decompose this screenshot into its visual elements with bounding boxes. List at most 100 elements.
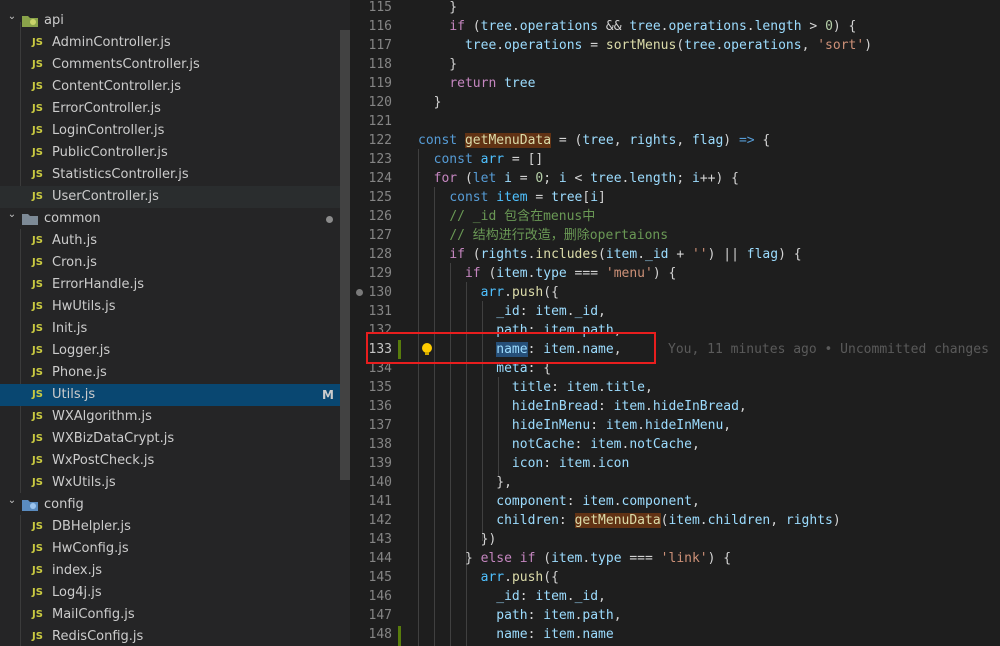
code-line[interactable]: 120 } — [350, 93, 1000, 112]
line-number: 118 — [368, 57, 392, 72]
file-row[interactable]: JS DBHelpler.js — [0, 516, 340, 538]
javascript-file-icon: JS — [32, 521, 43, 532]
file-row[interactable]: JS AdminController.js — [0, 32, 340, 54]
code-line[interactable]: 147 path: item.path, — [350, 606, 1000, 625]
code-text: children: getMenuData(item.children, rig… — [496, 513, 841, 528]
code-line[interactable]: 143 }) — [350, 530, 1000, 549]
file-row[interactable]: JS Auth.js — [0, 230, 340, 252]
file-label: CommentsController.js — [52, 57, 200, 72]
file-row[interactable]: JS HwConfig.js — [0, 538, 340, 560]
javascript-file-icon: JS — [32, 389, 43, 400]
javascript-file-icon: JS — [32, 631, 43, 642]
code-line[interactable]: 148 name: item.name — [350, 625, 1000, 644]
file-row[interactable]: JS Log4j.js — [0, 582, 340, 604]
folder-row-common[interactable]: ⌄ common — [0, 208, 340, 230]
code-line[interactable]: 131 _id: item._id, — [350, 302, 1000, 321]
file-row[interactable]: JS LoginController.js — [0, 120, 340, 142]
file-row[interactable]: JS index.js — [0, 560, 340, 582]
file-row[interactable]: JS Logger.js — [0, 340, 340, 362]
file-row[interactable]: JS RedisConfig.js — [0, 626, 340, 646]
javascript-file-icon: JS — [32, 169, 43, 180]
code-line[interactable]: 126 // _id 包含在menus中 — [350, 207, 1000, 226]
code-line[interactable]: 137 hideInMenu: item.hideInMenu, — [350, 416, 1000, 435]
file-row[interactable]: JS WXBizDataCrypt.js — [0, 428, 340, 450]
file-label: WXBizDataCrypt.js — [52, 431, 175, 446]
code-text: if (item.type === 'menu') { — [464, 266, 677, 281]
javascript-file-icon: JS — [32, 323, 43, 334]
file-label: Utils.js — [52, 387, 96, 402]
file-row[interactable]: JS Init.js — [0, 318, 340, 340]
line-number: 121 — [368, 114, 392, 129]
javascript-file-icon: JS — [32, 411, 43, 422]
folder-row-api[interactable]: ⌄ api — [0, 10, 340, 32]
code-line[interactable]: 123 const arr = [] — [350, 150, 1000, 169]
code-line[interactable]: 144 } else if (item.type === 'link') { — [350, 549, 1000, 568]
line-number: 148 — [368, 627, 392, 642]
folder-row-config[interactable]: ⌄ config — [0, 494, 340, 516]
javascript-file-icon: JS — [32, 455, 43, 466]
file-row[interactable]: JS WxUtils.js — [0, 472, 340, 494]
chevron-down-icon[interactable]: ⌄ — [6, 490, 18, 512]
javascript-file-icon: JS — [32, 477, 43, 488]
code-text: } else if (item.type === 'link') { — [418, 551, 732, 566]
code-line[interactable]: 145 arr.push({ — [350, 568, 1000, 587]
file-row[interactable]: JS ContentController.js — [0, 76, 340, 98]
line-number: 137 — [368, 418, 392, 433]
line-number: 126 — [368, 209, 392, 224]
file-row[interactable]: JS PublicController.js — [0, 142, 340, 164]
chevron-down-icon[interactable]: ⌄ — [6, 6, 18, 28]
code-line[interactable]: 141 component: item.component, — [350, 492, 1000, 511]
line-number: 146 — [368, 589, 392, 604]
line-number: 140 — [368, 475, 392, 490]
code-line[interactable]: 130 arr.push({ — [350, 283, 1000, 302]
file-row[interactable]: JS Phone.js — [0, 362, 340, 384]
code-line[interactable]: 117 tree.operations = sortMenus(tree.ope… — [350, 36, 1000, 55]
code-line[interactable]: 136 hideInBread: item.hideInBread, — [350, 397, 1000, 416]
file-row[interactable]: JS HwUtils.js — [0, 296, 340, 318]
code-text: for (let i = 0; i < tree.length; i++) { — [433, 171, 739, 186]
file-row[interactable]: JS CommentsController.js — [0, 54, 340, 76]
javascript-file-icon: JS — [32, 279, 43, 290]
code-line[interactable]: 128 if (rights.includes(item._id + '') |… — [350, 245, 1000, 264]
code-line[interactable]: 127 // 结构进行改造，删除opertaions — [350, 226, 1000, 245]
file-label: Cron.js — [52, 255, 97, 270]
code-line[interactable]: 124 for (let i = 0; i < tree.length; i++… — [350, 169, 1000, 188]
code-line[interactable]: 115 } — [350, 0, 1000, 17]
line-number: 127 — [368, 228, 392, 243]
code-line[interactable]: 121 — [350, 112, 1000, 131]
code-text: // 结构进行改造，删除opertaions — [449, 228, 669, 243]
breakpoint-dot-icon[interactable] — [356, 289, 363, 296]
file-row[interactable]: JS ErrorController.js — [0, 98, 340, 120]
code-line[interactable]: 122 const getMenuData = (tree, rights, fl… — [350, 131, 1000, 150]
code-line[interactable]: 129 if (item.type === 'menu') { — [350, 264, 1000, 283]
file-row[interactable]: JS WxPostCheck.js — [0, 450, 340, 472]
code-line[interactable]: 139 icon: item.icon — [350, 454, 1000, 473]
code-line[interactable]: 118 } — [350, 55, 1000, 74]
code-line[interactable]: 135 title: item.title, — [350, 378, 1000, 397]
chevron-down-icon[interactable]: ⌄ — [6, 204, 18, 226]
file-row[interactable]: JS ErrorHandle.js — [0, 274, 340, 296]
file-row[interactable]: JS Utils.js M — [0, 384, 340, 406]
git-change-marker — [398, 626, 401, 646]
file-row[interactable]: JS UserController.js — [0, 186, 340, 208]
code-line[interactable]: 125 const item = tree[i] — [350, 188, 1000, 207]
code-editor[interactable]: 115 } 116 if (tree.operations && tree.ope… — [350, 0, 1000, 646]
file-label: ErrorController.js — [52, 101, 161, 116]
code-line[interactable]: 146 _id: item._id, — [350, 587, 1000, 606]
file-row[interactable]: JS StatisticsController.js — [0, 164, 340, 186]
code-line[interactable]: 116 if (tree.operations && tree.operatio… — [350, 17, 1000, 36]
config-folder-icon — [22, 499, 38, 511]
code-line[interactable]: 138 notCache: item.notCache, — [350, 435, 1000, 454]
folder-label: config — [44, 497, 84, 512]
code-line[interactable]: 142 children: getMenuData(item.children,… — [350, 511, 1000, 530]
code-line[interactable]: 140 }, — [350, 473, 1000, 492]
code-line[interactable]: 119 return tree — [350, 74, 1000, 93]
code-text: component: item.component, — [496, 494, 700, 509]
line-number: 120 — [368, 95, 392, 110]
file-label: WXAlgorithm.js — [52, 409, 152, 424]
javascript-file-icon: JS — [32, 103, 43, 114]
file-row[interactable]: JS Cron.js — [0, 252, 340, 274]
file-row[interactable]: JS WXAlgorithm.js — [0, 406, 340, 428]
explorer-scrollbar-thumb[interactable] — [340, 30, 350, 480]
file-row[interactable]: JS MailConfig.js — [0, 604, 340, 626]
